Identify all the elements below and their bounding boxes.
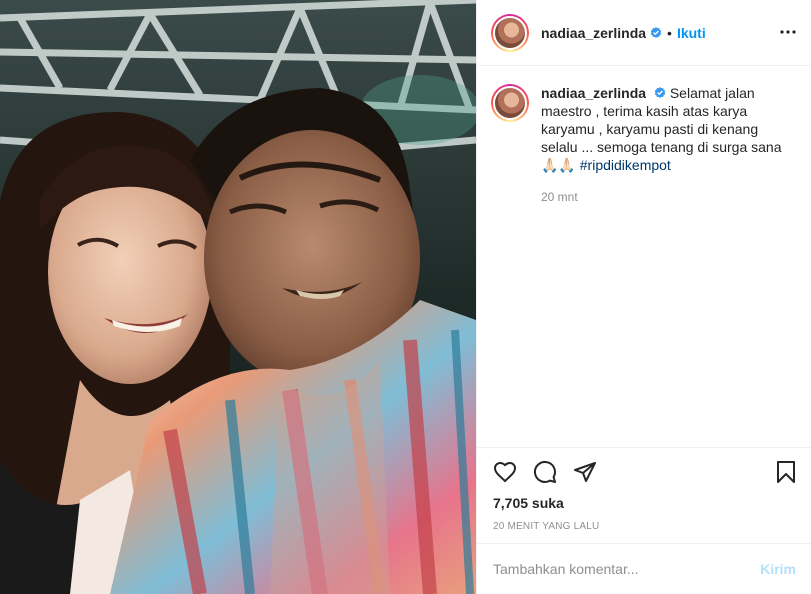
author-username[interactable]: nadiaa_zerlinda bbox=[541, 25, 646, 41]
heart-icon[interactable] bbox=[493, 460, 517, 487]
caption-body: nadiaa_zerlinda Selamat jalan maestro , … bbox=[541, 84, 791, 206]
avatar-image bbox=[493, 86, 527, 120]
comment-box: Kirim bbox=[477, 543, 811, 594]
comment-input[interactable] bbox=[493, 561, 761, 577]
caption: nadiaa_zerlinda Selamat jalan maestro , … bbox=[491, 84, 801, 206]
avatar-image bbox=[493, 15, 527, 50]
post-photo[interactable] bbox=[0, 0, 476, 594]
hashtag-link[interactable]: #ripdidikempot bbox=[580, 157, 671, 173]
share-icon[interactable] bbox=[573, 460, 597, 487]
action-icons bbox=[493, 460, 597, 487]
bookmark-icon[interactable] bbox=[774, 460, 798, 484]
separator-dot: • bbox=[667, 24, 672, 41]
comment-icon[interactable] bbox=[533, 460, 557, 487]
likes-count[interactable]: 7,705 suka bbox=[493, 495, 564, 511]
verified-badge-icon bbox=[650, 26, 662, 38]
more-options-icon[interactable] bbox=[780, 24, 796, 40]
actions-bar: 7,705 suka 20 MENIT YANG LALU bbox=[477, 447, 811, 532]
selfie-illustration bbox=[0, 0, 476, 594]
caption-timestamp[interactable]: 20 mnt bbox=[541, 188, 791, 206]
caption-avatar[interactable] bbox=[491, 84, 529, 122]
posted-time[interactable]: 20 MENIT YANG LALU bbox=[493, 521, 599, 532]
verified-badge-icon bbox=[654, 87, 666, 98]
instagram-post: nadiaa_zerlinda • Ikuti nadiaa_zerlinda bbox=[0, 0, 811, 594]
post-comment-button[interactable]: Kirim bbox=[760, 561, 796, 577]
profile-avatar[interactable] bbox=[491, 13, 529, 52]
follow-button[interactable]: Ikuti bbox=[677, 25, 706, 41]
post-header: nadiaa_zerlinda • Ikuti bbox=[477, 0, 811, 66]
caption-username[interactable]: nadiaa_zerlinda bbox=[541, 85, 646, 101]
post-side-panel: nadiaa_zerlinda • Ikuti nadiaa_zerlinda bbox=[476, 0, 811, 594]
